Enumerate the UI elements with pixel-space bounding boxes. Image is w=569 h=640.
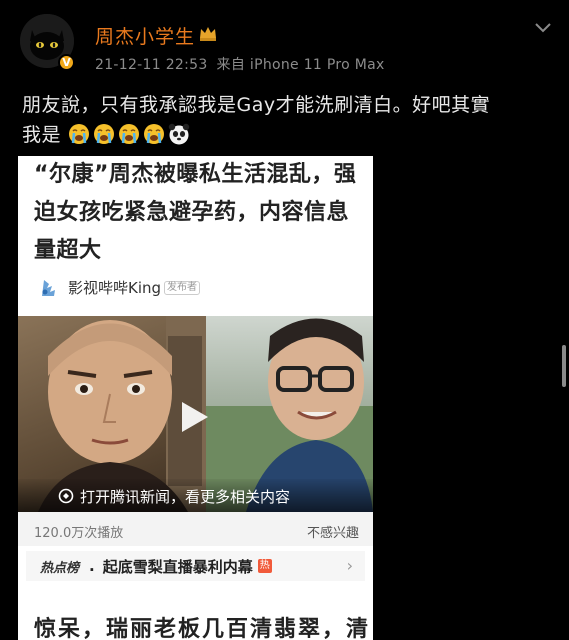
crown-icon — [200, 27, 216, 41]
scrollbar[interactable] — [562, 345, 566, 387]
hot-badge: 热 — [257, 559, 272, 573]
post-meta: 21-12-11 22:53 来自 iPhone 11 Pro Max — [95, 54, 394, 74]
shared-news-card[interactable]: “尔康”周杰被曝私生活混乱，强迫女孩吃紧急避孕药，内容信息量超大 影视哔哔Kin… — [18, 156, 373, 640]
video-thumbnail[interactable]: 打开腾讯新闻，看更多相关内容 — [18, 316, 373, 512]
card-headline[interactable]: “尔康”周杰被曝私生活混乱，强迫女孩吃紧急避孕药，内容信息量超大 — [34, 156, 364, 270]
crying-face-emoji-icon — [93, 124, 114, 144]
next-headline[interactable]: 惊呆，瑞丽老板几百清翡翠，清 — [34, 611, 370, 640]
post-text-line2-text: 我是 — [22, 124, 62, 146]
crying-face-emoji-icon — [118, 124, 139, 144]
panda-emoji-icon — [168, 123, 189, 145]
source-tag: 发布者 — [164, 280, 201, 295]
crying-face-emoji-icon — [68, 124, 89, 144]
post-text: 朋友說，只有我承認我是Gay才能洗刷清白。好吧其實 我是 — [22, 90, 542, 150]
crying-face-emoji-icon — [143, 124, 164, 144]
hot-separator: . — [89, 557, 95, 575]
chevron-right-icon[interactable]: › — [347, 556, 353, 575]
post-text-line1: 朋友說，只有我承認我是Gay才能洗刷清白。好吧其實 — [22, 94, 491, 116]
post-date: 21-12-11 22:53 — [95, 57, 208, 73]
video-banner[interactable]: 打开腾讯新闻，看更多相关内容 — [18, 479, 373, 512]
source-name: 影视哔哔King — [68, 279, 162, 297]
hot-list-title: 起底雪梨直播暴利内幕 — [102, 557, 253, 576]
source-logo-icon — [42, 279, 55, 296]
username[interactable]: 周杰小学生 — [95, 22, 195, 49]
hot-list-label: 热点榜 — [40, 560, 80, 576]
tencent-news-icon — [58, 488, 74, 504]
post-source: 来自 iPhone 11 Pro Max — [216, 57, 385, 73]
card-source[interactable]: 影视哔哔King 发布者 — [40, 277, 201, 298]
hot-list-item[interactable]: 热点榜 . 起底雪梨直播暴利内幕 热 › — [26, 551, 365, 581]
video-stats-bar: 120.0万次播放 不感兴趣 — [18, 512, 373, 546]
post-text-line2: 我是 — [22, 120, 542, 150]
verified-badge: V — [58, 54, 75, 71]
chevron-down-icon[interactable] — [534, 22, 552, 34]
view-count: 120.0万次播放 — [34, 526, 124, 541]
not-interested-button[interactable]: 不感兴趣 — [307, 522, 359, 541]
play-button-icon[interactable] — [182, 402, 208, 432]
video-banner-text: 打开腾讯新闻，看更多相关内容 — [80, 487, 291, 506]
